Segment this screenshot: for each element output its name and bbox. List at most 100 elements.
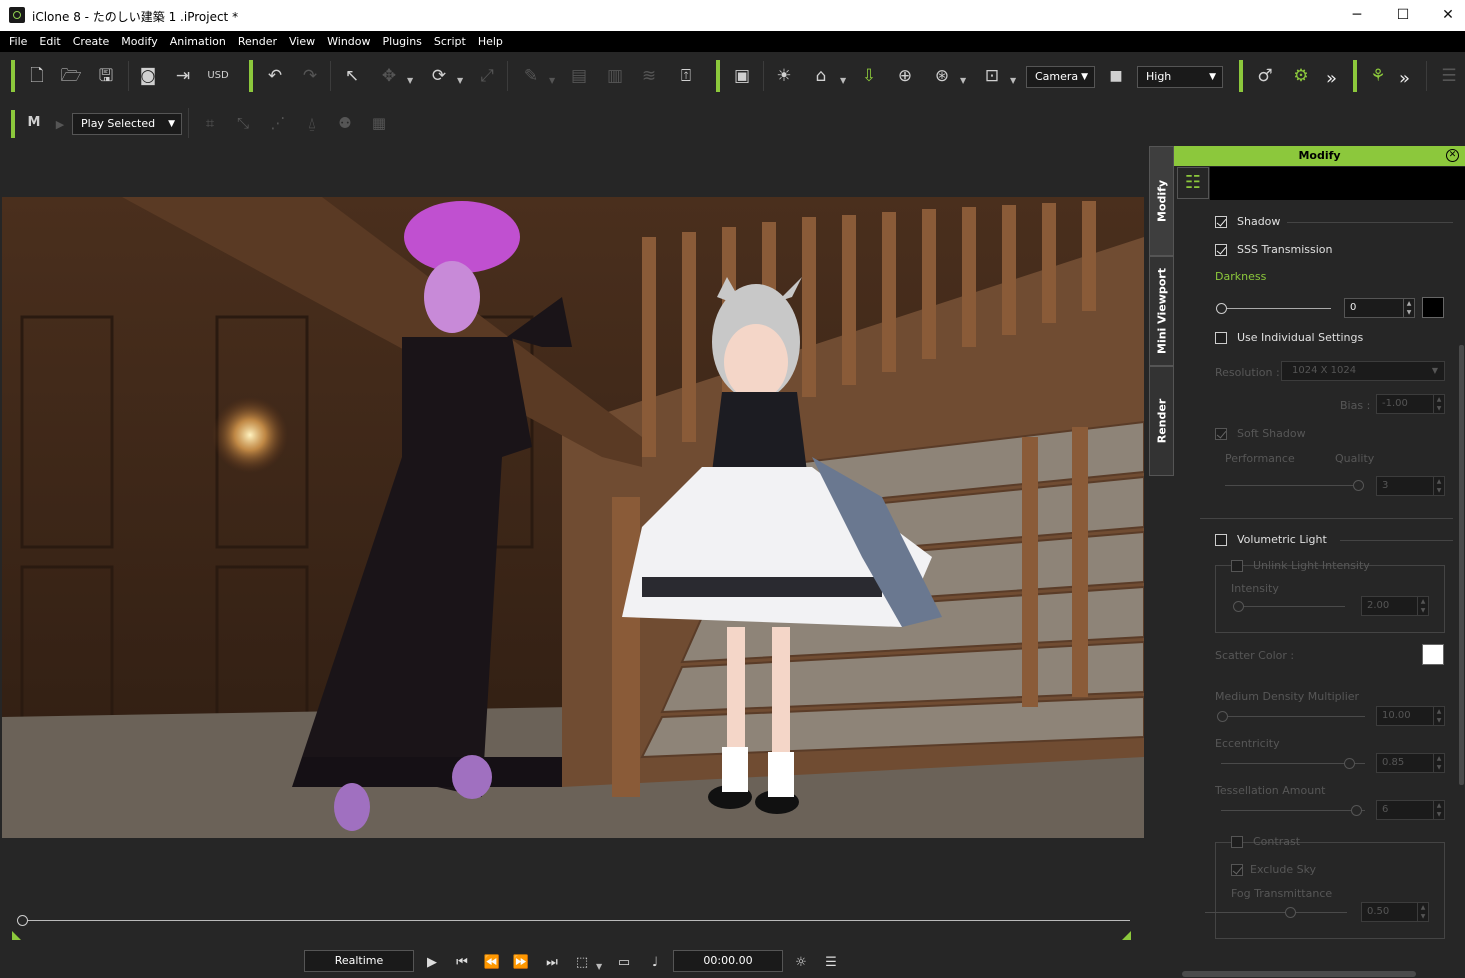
path-icon[interactable]: ⤡	[231, 113, 255, 133]
character-icon[interactable]: ♂	[1253, 66, 1277, 86]
light-sun-icon[interactable]: ☀	[772, 66, 796, 86]
motion-icon[interactable]: ⚙	[1289, 66, 1313, 86]
maximize-button[interactable]: ☐	[1380, 0, 1426, 31]
usd-export-icon[interactable]: USD	[206, 66, 230, 86]
chevron-down-icon[interactable]: ▼	[549, 76, 555, 85]
soft-shadow-slider[interactable]	[1225, 485, 1355, 486]
undo-icon[interactable]: ↶	[263, 66, 287, 86]
settings-sliders-icon[interactable]: ☰	[1437, 66, 1461, 86]
timeline-start-marker[interactable]	[12, 931, 21, 940]
menu-script[interactable]: Script	[428, 31, 472, 52]
soft-shadow-checkbox[interactable]	[1215, 428, 1227, 440]
new-file-icon[interactable]: 🗋	[25, 66, 49, 86]
chevron-down-icon[interactable]: ▼	[1010, 76, 1016, 85]
menu-create[interactable]: Create	[67, 31, 116, 52]
zoom-extent-icon[interactable]: ⇩	[857, 66, 881, 86]
brightness-icon[interactable]: ☼	[792, 955, 810, 970]
use-individual-settings-checkbox[interactable]	[1215, 332, 1227, 344]
chevron-down-icon[interactable]: ▼	[457, 76, 463, 85]
move-icon[interactable]: ✥	[377, 66, 401, 86]
panel-scrollbar-horizontal[interactable]	[1182, 971, 1416, 977]
export-icon[interactable]: ⇥	[171, 66, 195, 86]
music-note-icon[interactable]: ♩	[646, 955, 664, 970]
home-icon[interactable]: ⌂	[809, 66, 833, 86]
subtitle-icon[interactable]: ▭	[615, 955, 633, 970]
video-camera-icon[interactable]: ■	[1104, 66, 1128, 86]
save-icon[interactable]: 🖫	[94, 66, 118, 86]
play-small-icon[interactable]: ▶	[48, 115, 72, 135]
crowd-icon[interactable]: ⚉	[333, 113, 357, 133]
playback-mode-select[interactable]: Realtime	[304, 950, 414, 972]
align-icon[interactable]: ▤	[567, 66, 591, 86]
gamepad-icon[interactable]: ⌗	[198, 113, 222, 133]
timeline-toggle-icon[interactable]: ☰	[822, 955, 840, 970]
script-doc-icon[interactable]: ▦	[367, 113, 391, 133]
soft-shadow-slider-knob[interactable]	[1353, 480, 1364, 491]
menu-file[interactable]: File	[0, 31, 33, 52]
go-to-start-icon[interactable]: ⏮	[453, 955, 471, 970]
intensity-slider-knob[interactable]	[1233, 601, 1244, 612]
minimize-button[interactable]: ─	[1334, 0, 1380, 31]
frame-icon[interactable]: ⊡	[980, 66, 1004, 86]
go-to-end-icon[interactable]: ⏭	[543, 955, 561, 970]
open-folder-icon[interactable]: 🗁	[59, 66, 83, 86]
timeline-playhead[interactable]	[17, 915, 28, 926]
modify-sliders-icon[interactable]: ☷	[1177, 167, 1209, 199]
tab-render[interactable]: Render	[1149, 366, 1174, 476]
medium-density-slider[interactable]	[1221, 716, 1365, 717]
menu-animation[interactable]: Animation	[164, 31, 232, 52]
chevron-down-icon[interactable]: ▼	[960, 76, 966, 85]
panel-scrollbar-vertical[interactable]	[1459, 345, 1464, 785]
motion-director-icon[interactable]: M	[22, 113, 46, 133]
eccentricity-input[interactable]: 0.85 ▲ ▼	[1376, 753, 1445, 773]
timeline-track[interactable]	[22, 920, 1130, 921]
tab-mini-viewport[interactable]: Mini Viewport	[1149, 256, 1174, 366]
object-name-field[interactable]	[1210, 167, 1465, 200]
menu-render[interactable]: Render	[232, 31, 283, 52]
play-icon[interactable]: ▶	[423, 955, 441, 970]
medium-density-input[interactable]: 10.00 ▲ ▼	[1376, 706, 1445, 726]
eccentricity-slider-knob[interactable]	[1344, 758, 1355, 769]
rotate-icon[interactable]: ⟳	[427, 66, 451, 86]
quality-select[interactable]: High ▼	[1137, 66, 1223, 88]
close-button[interactable]: ✕	[1425, 0, 1465, 31]
volumetric-light-checkbox[interactable]	[1215, 534, 1227, 546]
tessellation-input[interactable]: 6 ▲ ▼	[1376, 800, 1445, 820]
play-mode-select[interactable]: Play Selected ▼	[72, 113, 182, 135]
pan-icon[interactable]: ⊕	[893, 66, 917, 86]
loop-icon[interactable]: ⬚	[573, 955, 591, 970]
3d-viewport[interactable]	[2, 197, 1144, 838]
snap-icon[interactable]: ✎	[519, 66, 543, 86]
contrast-checkbox[interactable]	[1231, 836, 1243, 848]
previous-frame-icon[interactable]: ⏪	[483, 955, 501, 970]
sss-transmission-checkbox[interactable]	[1215, 244, 1227, 256]
unlink-light-intensity-checkbox[interactable]	[1231, 560, 1243, 572]
layout-icon[interactable]: ▣	[730, 66, 754, 86]
select-arrow-icon[interactable]: ↖	[340, 66, 364, 86]
drop-to-floor-icon[interactable]: ⍐	[674, 66, 698, 86]
medium-density-slider-knob[interactable]	[1217, 711, 1228, 722]
exclude-sky-checkbox[interactable]	[1231, 864, 1243, 876]
menu-view[interactable]: View	[283, 31, 321, 52]
tessellation-slider-knob[interactable]	[1351, 805, 1362, 816]
menu-edit[interactable]: Edit	[33, 31, 66, 52]
darkness-slider-knob[interactable]	[1216, 303, 1227, 314]
fog-transmittance-input[interactable]: 0.50 ▲ ▼	[1361, 902, 1429, 922]
menu-window[interactable]: Window	[321, 31, 376, 52]
fog-transmittance-slider[interactable]	[1205, 912, 1347, 913]
shadow-checkbox[interactable]	[1215, 216, 1227, 228]
fog-transmittance-slider-knob[interactable]	[1285, 907, 1296, 918]
redo-icon[interactable]: ↷	[298, 66, 322, 86]
chevron-down-icon[interactable]: ▼	[840, 76, 846, 85]
lashes-icon[interactable]: ≋	[637, 66, 661, 86]
menu-modify[interactable]: Modify	[115, 31, 163, 52]
camera-select[interactable]: Camera ▼	[1026, 66, 1095, 88]
orbit-icon[interactable]: ⊛	[930, 66, 954, 86]
distribute-icon[interactable]: ▥	[603, 66, 627, 86]
darkness-color-swatch[interactable]	[1422, 297, 1444, 318]
menu-help[interactable]: Help	[472, 31, 509, 52]
preview-render-icon[interactable]: ◙	[136, 66, 160, 86]
darkness-input[interactable]: 0 ▲ ▼	[1344, 298, 1415, 318]
resolution-select[interactable]: 1024 X 1024 ▼	[1281, 361, 1445, 381]
quality-input[interactable]: 3 ▲ ▼	[1376, 476, 1445, 496]
